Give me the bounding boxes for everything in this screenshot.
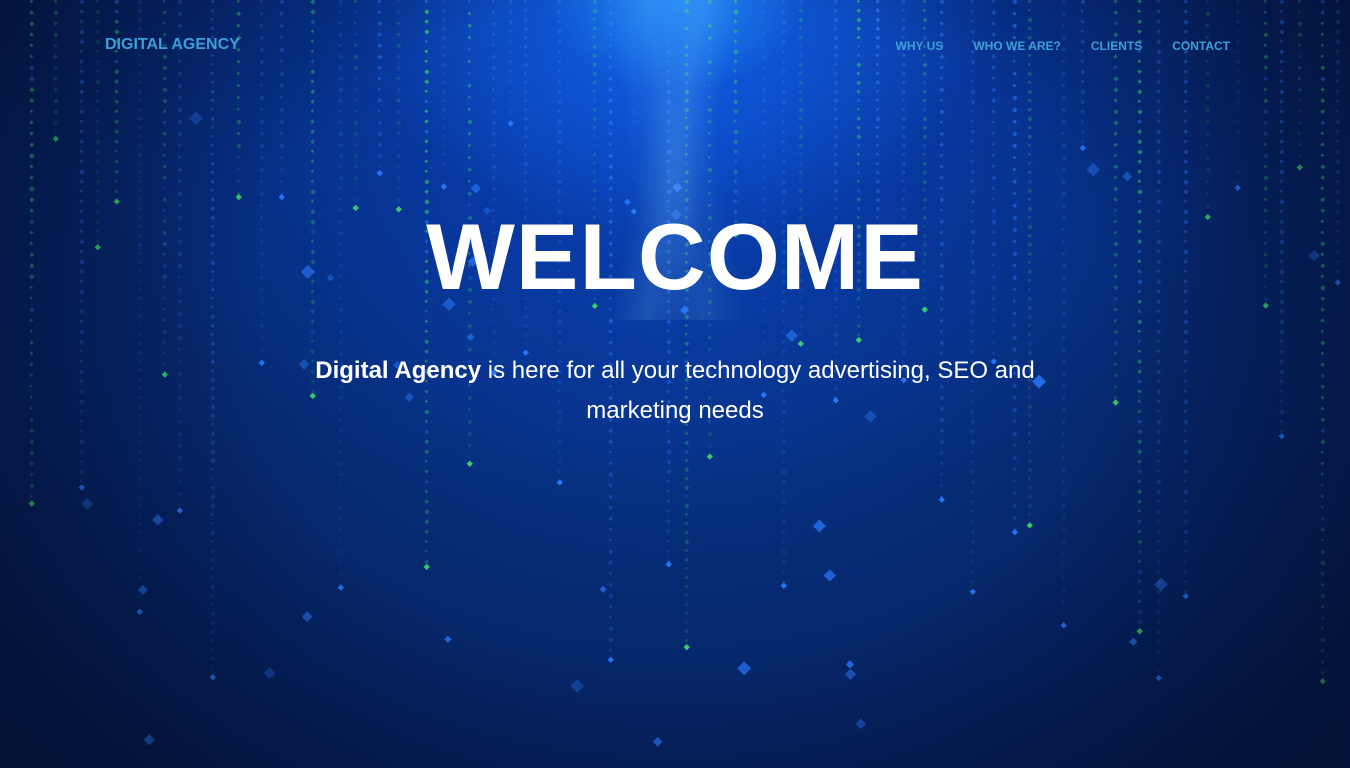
- nav-link-contact[interactable]: CONTACT: [1172, 39, 1230, 53]
- hero-description: Digital Agency is here for all your tech…: [295, 351, 1055, 431]
- brand-logo-link[interactable]: DIGITAL AGENCY: [105, 36, 240, 54]
- hero-description-rest: is here for all your technology advertis…: [481, 357, 1035, 424]
- nav-links: WHY US WHO WE ARE? CLIENTS CONTACT: [896, 39, 1230, 53]
- hero-page: DIGITAL AGENCY WHY US WHO WE ARE? CLIENT…: [0, 0, 1350, 768]
- nav-link-why-us[interactable]: WHY US: [896, 39, 944, 53]
- hero-description-bold: Digital Agency: [315, 357, 482, 384]
- hero-title: WELCOME: [426, 204, 924, 309]
- nav-link-who-we-are[interactable]: WHO WE ARE?: [973, 39, 1061, 53]
- hero-section: WELCOME Digital Agency is here for all y…: [0, 205, 1350, 431]
- nav-link-clients[interactable]: CLIENTS: [1091, 39, 1142, 53]
- navbar: DIGITAL AGENCY WHY US WHO WE ARE? CLIENT…: [0, 0, 1350, 90]
